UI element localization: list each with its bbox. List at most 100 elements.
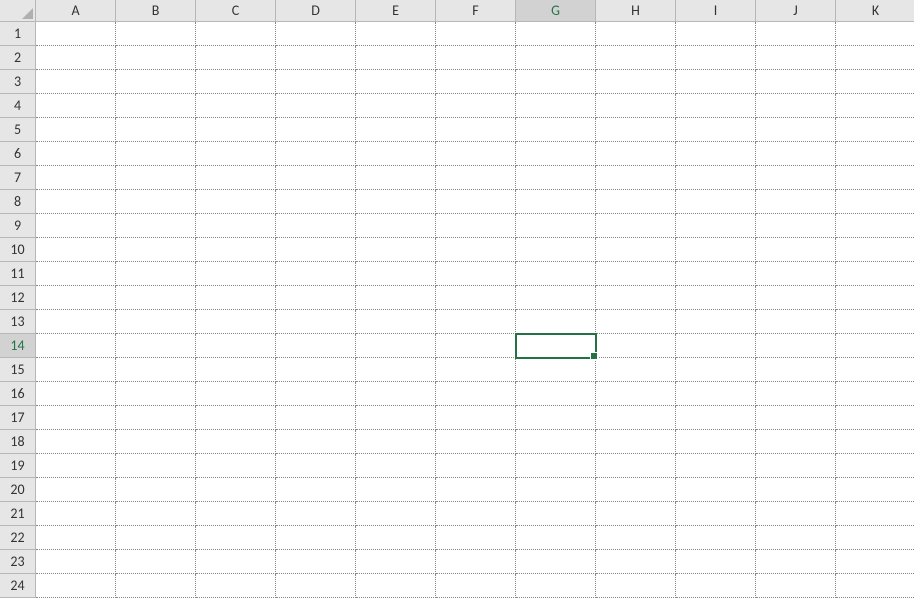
cell[interactable]: [596, 358, 676, 382]
cell[interactable]: [836, 358, 914, 382]
cell[interactable]: [436, 70, 516, 94]
cell[interactable]: [836, 262, 914, 286]
cell[interactable]: [596, 478, 676, 502]
cell[interactable]: [36, 358, 116, 382]
cell[interactable]: [196, 118, 276, 142]
cell[interactable]: [676, 70, 756, 94]
cell[interactable]: [36, 70, 116, 94]
cell[interactable]: [36, 550, 116, 574]
row-header[interactable]: 4: [0, 94, 36, 118]
cell[interactable]: [116, 574, 196, 598]
row-header[interactable]: 14: [0, 334, 36, 358]
cell[interactable]: [196, 166, 276, 190]
cell[interactable]: [836, 406, 914, 430]
cell[interactable]: [196, 454, 276, 478]
cell[interactable]: [836, 286, 914, 310]
cell[interactable]: [276, 238, 356, 262]
cell[interactable]: [436, 334, 516, 358]
cell[interactable]: [516, 214, 596, 238]
cell[interactable]: [676, 310, 756, 334]
cell[interactable]: [436, 430, 516, 454]
row-header[interactable]: 18: [0, 430, 36, 454]
cell[interactable]: [836, 166, 914, 190]
row-header[interactable]: 19: [0, 454, 36, 478]
cell[interactable]: [116, 358, 196, 382]
cell[interactable]: [756, 22, 836, 46]
row-header[interactable]: 12: [0, 286, 36, 310]
cell[interactable]: [276, 310, 356, 334]
cell[interactable]: [676, 406, 756, 430]
cell[interactable]: [436, 310, 516, 334]
row-header[interactable]: 16: [0, 382, 36, 406]
cell[interactable]: [756, 238, 836, 262]
cell[interactable]: [436, 22, 516, 46]
cell[interactable]: [676, 46, 756, 70]
cell[interactable]: [356, 190, 436, 214]
cell[interactable]: [836, 382, 914, 406]
cell[interactable]: [436, 502, 516, 526]
cell[interactable]: [516, 382, 596, 406]
cell[interactable]: [516, 46, 596, 70]
cell[interactable]: [596, 286, 676, 310]
row-header[interactable]: 24: [0, 574, 36, 598]
row-header[interactable]: 5: [0, 118, 36, 142]
cell[interactable]: [596, 214, 676, 238]
column-header[interactable]: A: [36, 0, 116, 22]
cell[interactable]: [276, 406, 356, 430]
row-header[interactable]: 15: [0, 358, 36, 382]
cell[interactable]: [356, 22, 436, 46]
cell[interactable]: [356, 238, 436, 262]
cell[interactable]: [516, 502, 596, 526]
cell[interactable]: [436, 46, 516, 70]
cell[interactable]: [276, 550, 356, 574]
cell[interactable]: [36, 574, 116, 598]
cell[interactable]: [36, 526, 116, 550]
cell[interactable]: [436, 574, 516, 598]
cell[interactable]: [196, 310, 276, 334]
cell[interactable]: [756, 94, 836, 118]
cell[interactable]: [36, 262, 116, 286]
cell[interactable]: [836, 478, 914, 502]
cell[interactable]: [516, 334, 596, 358]
cell[interactable]: [196, 358, 276, 382]
row-header[interactable]: 8: [0, 190, 36, 214]
cell[interactable]: [676, 190, 756, 214]
cell[interactable]: [596, 502, 676, 526]
cell[interactable]: [756, 262, 836, 286]
cell[interactable]: [36, 478, 116, 502]
cell[interactable]: [276, 118, 356, 142]
cell[interactable]: [36, 22, 116, 46]
cell[interactable]: [36, 94, 116, 118]
cell[interactable]: [356, 94, 436, 118]
cell[interactable]: [196, 46, 276, 70]
cell[interactable]: [36, 334, 116, 358]
cell[interactable]: [756, 118, 836, 142]
cell[interactable]: [356, 502, 436, 526]
cell[interactable]: [276, 94, 356, 118]
column-header[interactable]: D: [276, 0, 356, 22]
cell[interactable]: [676, 22, 756, 46]
cell[interactable]: [36, 142, 116, 166]
cell[interactable]: [276, 382, 356, 406]
row-header[interactable]: 23: [0, 550, 36, 574]
cell[interactable]: [116, 310, 196, 334]
row-header[interactable]: 9: [0, 214, 36, 238]
row-header[interactable]: 6: [0, 142, 36, 166]
cell[interactable]: [436, 94, 516, 118]
cell[interactable]: [196, 334, 276, 358]
cell[interactable]: [836, 94, 914, 118]
cell[interactable]: [116, 166, 196, 190]
cell[interactable]: [596, 454, 676, 478]
cell[interactable]: [276, 574, 356, 598]
cell[interactable]: [756, 430, 836, 454]
cell[interactable]: [516, 574, 596, 598]
cell[interactable]: [676, 358, 756, 382]
cell[interactable]: [836, 574, 914, 598]
cell[interactable]: [756, 358, 836, 382]
cell[interactable]: [596, 382, 676, 406]
cell[interactable]: [836, 430, 914, 454]
row-header[interactable]: 21: [0, 502, 36, 526]
cell[interactable]: [596, 334, 676, 358]
column-header[interactable]: K: [836, 0, 914, 22]
cell[interactable]: [116, 70, 196, 94]
